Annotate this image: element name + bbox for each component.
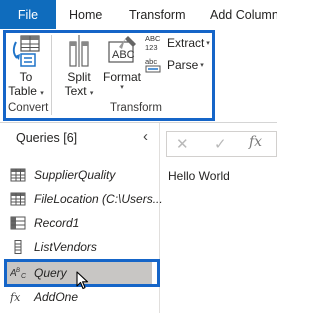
ribbon-highlight-box bbox=[3, 30, 215, 121]
cancel-icon[interactable]: ✕ bbox=[176, 135, 189, 153]
confirm-icon[interactable]: ✓ bbox=[214, 135, 227, 153]
tab-add-column[interactable]: Add Column bbox=[210, 0, 277, 29]
query-item-listvendors[interactable]: ListVendors bbox=[0, 236, 160, 258]
query-item-record1[interactable]: Record1 bbox=[0, 212, 160, 234]
table-icon bbox=[10, 192, 26, 206]
query-label: Record1 bbox=[34, 216, 80, 230]
record-icon bbox=[10, 216, 26, 230]
svg-text:fx: fx bbox=[10, 291, 21, 304]
table-icon bbox=[10, 168, 26, 182]
query-label: AddOne bbox=[34, 290, 79, 304]
fx-icon[interactable]: fx bbox=[249, 134, 262, 150]
mouse-cursor-icon bbox=[76, 271, 89, 290]
query-item-filelocation[interactable]: FileLocation (C:\Users... bbox=[0, 188, 163, 210]
ribbon-tab-bar: File Home Transform Add Column bbox=[0, 0, 277, 29]
power-query-editor: File Home Transform Add Column To Table … bbox=[0, 0, 277, 313]
query-label: ListVendors bbox=[34, 240, 97, 254]
result-value: Hello World bbox=[168, 169, 230, 183]
tab-file[interactable]: File bbox=[0, 0, 56, 29]
function-icon: fx bbox=[10, 291, 21, 304]
list-icon bbox=[14, 240, 22, 254]
collapse-pane-icon[interactable]: ‹ bbox=[143, 128, 148, 145]
query-item-supplierquality[interactable]: SupplierQuality bbox=[0, 164, 160, 186]
query-label: FileLocation (C:\Users... bbox=[34, 192, 163, 206]
query-label: SupplierQuality bbox=[34, 168, 116, 182]
tab-transform[interactable]: Transform bbox=[129, 0, 186, 29]
tab-home[interactable]: Home bbox=[69, 0, 102, 29]
queries-title: Queries [6] bbox=[16, 131, 78, 145]
